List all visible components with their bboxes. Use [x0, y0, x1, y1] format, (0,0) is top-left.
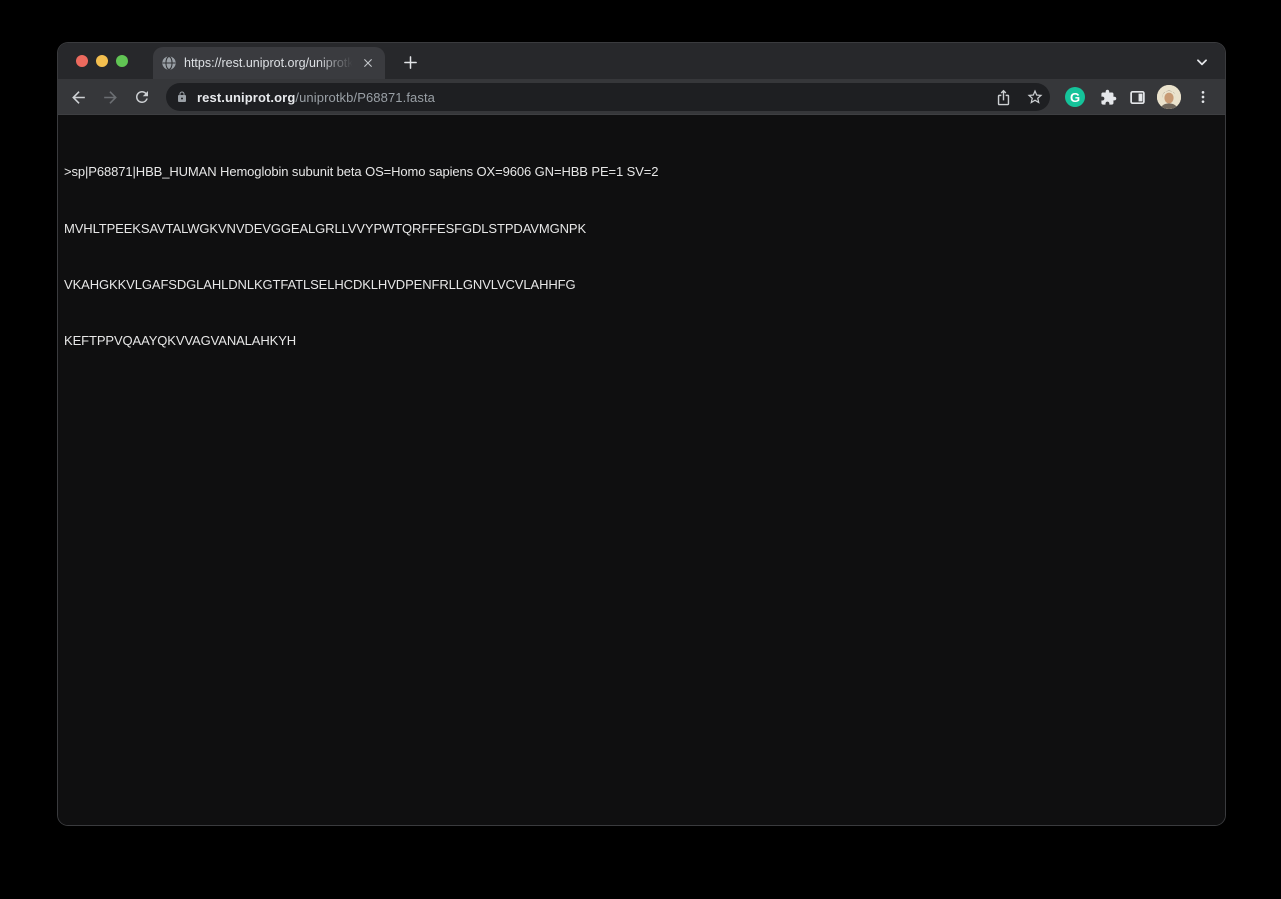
address-bar[interactable]: rest.uniprot.org/uniprotkb/P68871.fasta — [166, 83, 1050, 111]
close-window-button[interactable] — [76, 55, 88, 67]
zoom-window-button[interactable] — [116, 55, 128, 67]
url-host: rest.uniprot.org — [197, 90, 295, 105]
fasta-header-line: >sp|P68871|HBB_HUMAN Hemoglobin subunit … — [64, 163, 1219, 182]
lock-icon[interactable] — [176, 91, 188, 103]
tab-active[interactable]: https://rest.uniprot.org/uniprotk — [153, 47, 385, 79]
side-panel-icon[interactable] — [1125, 85, 1149, 109]
fasta-sequence-line: MVHLTPEEKSAVTALWGKVNVDEVGGEALGRLLVVYPWTQ… — [64, 220, 1219, 239]
traffic-lights — [76, 55, 128, 67]
browser-window: https://rest.uniprot.org/uniprotk — [58, 43, 1225, 825]
globe-icon — [161, 55, 177, 71]
reload-button[interactable] — [130, 85, 154, 109]
bookmark-star-icon[interactable] — [1023, 85, 1047, 109]
toolbar: rest.uniprot.org/uniprotkb/P68871.fasta … — [58, 79, 1225, 115]
url-path: /uniprotkb/P68871.fasta — [295, 90, 435, 105]
tab-search-chevron-icon[interactable] — [1190, 50, 1214, 74]
grammarly-extension-icon[interactable]: G — [1065, 87, 1085, 107]
fasta-plaintext: >sp|P68871|HBB_HUMAN Hemoglobin subunit … — [58, 115, 1225, 825]
extensions-puzzle-icon[interactable] — [1096, 85, 1120, 109]
share-icon[interactable] — [991, 85, 1015, 109]
tab-close-icon[interactable] — [361, 56, 375, 70]
back-button[interactable] — [66, 85, 90, 109]
forward-button[interactable] — [98, 85, 122, 109]
new-tab-button[interactable] — [398, 50, 422, 74]
profile-avatar[interactable] — [1157, 85, 1181, 109]
fasta-sequence-line: KEFTPPVQAAYQKVVAGVANALAHKYH — [64, 332, 1219, 351]
tab-strip: https://rest.uniprot.org/uniprotk — [58, 43, 1225, 79]
tab-title: https://rest.uniprot.org/uniprotk — [184, 47, 356, 79]
minimize-window-button[interactable] — [96, 55, 108, 67]
url-text: rest.uniprot.org/uniprotkb/P68871.fasta — [197, 90, 435, 105]
browser-menu-icon[interactable] — [1191, 85, 1215, 109]
fasta-sequence-line: VKAHGKKVLGAFSDGLAHLDNLKGTFATLSELHCDKLHVD… — [64, 276, 1219, 295]
